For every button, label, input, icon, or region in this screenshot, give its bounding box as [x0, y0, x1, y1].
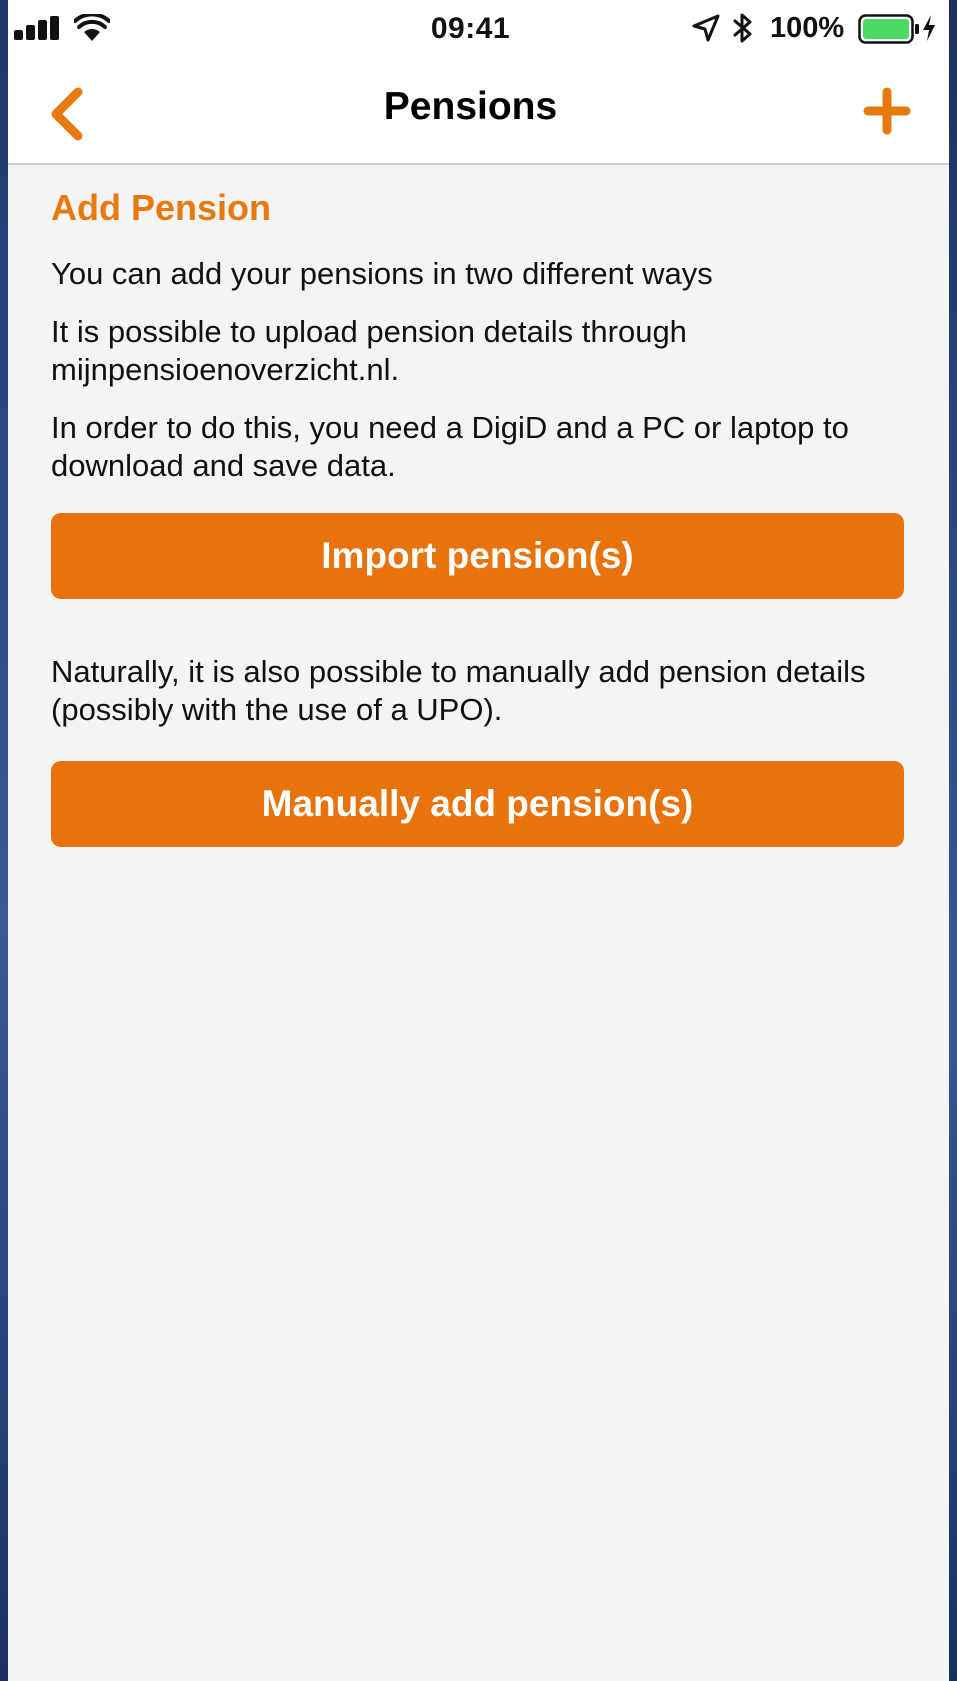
charging-icon — [923, 15, 935, 41]
intro-text: You can add your pensions in two differe… — [51, 256, 713, 291]
page-title: Pensions — [383, 85, 558, 128]
add-button[interactable] — [862, 86, 912, 136]
battery-percent: 100% — [770, 12, 845, 44]
manual-text: Naturally, it is also possible to manual… — [51, 654, 866, 727]
location-icon — [692, 14, 720, 42]
bluetooth-icon — [733, 13, 752, 43]
upload-text: It is possible to upload pension details… — [51, 314, 687, 387]
battery-icon — [858, 14, 919, 44]
import-pensions-button[interactable]: Import pension(s) — [51, 513, 904, 599]
requirement-text: In order to do this, you need a DigiD an… — [51, 410, 849, 483]
add-pension-content: Add Pension You can add your pensions in… — [51, 185, 909, 847]
background-edge-right — [949, 0, 957, 1681]
background-edge-left — [0, 0, 8, 1681]
manually-add-pensions-button[interactable]: Manually add pension(s) — [51, 761, 904, 847]
section-title: Add Pension — [51, 187, 272, 228]
